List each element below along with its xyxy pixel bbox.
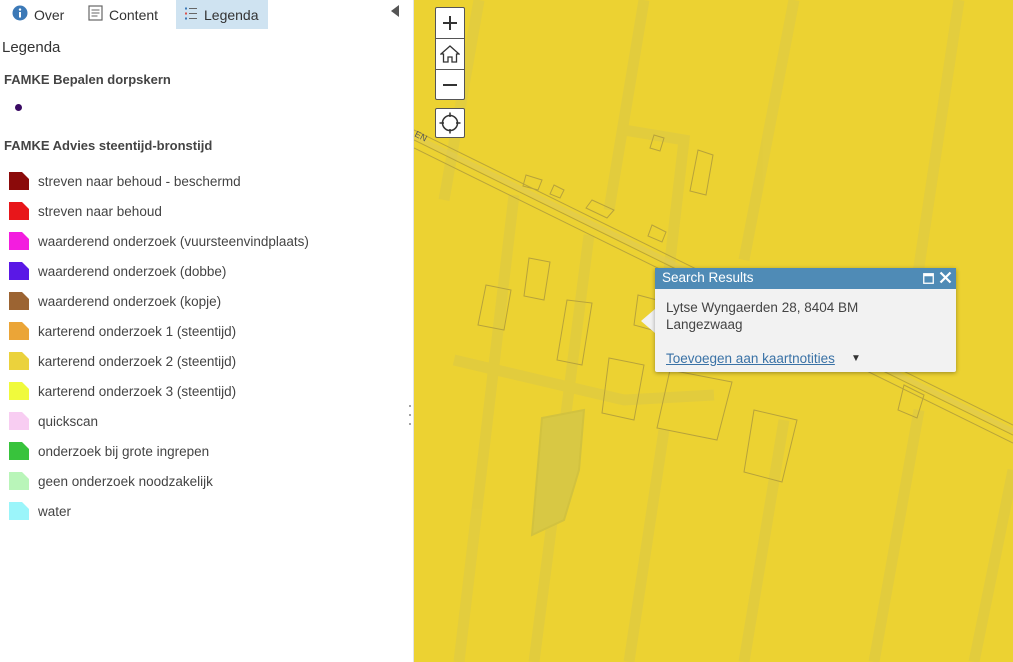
legend-swatch-icon: [9, 412, 29, 430]
tab-legenda-label: Legenda: [204, 6, 259, 23]
zoom-controls: [435, 7, 465, 100]
close-icon: [939, 271, 952, 284]
legend-item-label: waarderend onderzoek (vuursteenvindplaat…: [38, 233, 309, 249]
panel-title: Legenda: [2, 39, 61, 56]
legend-item-label: water: [38, 503, 72, 519]
tab-over-label: Over: [34, 6, 65, 23]
caret-left-icon: [391, 5, 399, 17]
zoom-out-button[interactable]: [436, 70, 464, 100]
legend-swatch-icon: [9, 472, 29, 490]
panel-splitter[interactable]: [406, 0, 414, 662]
legend-item: geen onderzoek noodzakelijk: [8, 470, 213, 492]
maximize-icon: [923, 273, 934, 284]
locate-icon: [439, 112, 461, 134]
popup-close-button[interactable]: [939, 271, 952, 284]
legend-item-label: karterend onderzoek 3 (steentijd): [38, 383, 237, 399]
info-icon: [12, 5, 28, 24]
legend-swatch-icon: [9, 172, 29, 190]
legend-item: quickscan: [8, 410, 98, 432]
legend-swatch-icon: [9, 382, 29, 400]
legend-item: karterend onderzoek 2 (steentijd): [8, 350, 236, 372]
legend-item-label: geen onderzoek noodzakelijk: [38, 473, 213, 489]
search-results-popup: Search Results Lytse Wyngaerden 28, 8404…: [655, 268, 956, 372]
layer-title-steentijd: FAMKE Advies steentijd-bronstijd: [4, 138, 213, 153]
legend-item: streven naar behoud - beschermd: [8, 170, 241, 192]
legend-swatch-icon: [9, 322, 29, 340]
tab-content-label: Content: [109, 6, 159, 23]
zoom-in-button[interactable]: [436, 8, 464, 38]
locate-button[interactable]: [435, 108, 465, 138]
splitter-grip-icon[interactable]: [408, 405, 412, 425]
legend-swatch-icon: [9, 202, 29, 220]
panel-tabbar: Over Content Legenda: [0, 0, 406, 29]
legend-item-label: waarderend onderzoek (kopje): [38, 293, 222, 309]
zoom-in-icon: [443, 16, 457, 30]
legend-swatch-icon: [9, 292, 29, 310]
legend-list-icon: [184, 6, 198, 24]
popup-title: Search Results: [662, 270, 754, 285]
legend-item: waarderend onderzoek (dobbe): [8, 260, 226, 282]
legend-swatch-icon: [9, 262, 29, 280]
legend-item: onderzoek bij grote ingrepen: [8, 440, 209, 462]
legend-item: water: [8, 500, 71, 522]
popup-pointer: [641, 309, 655, 333]
dorpskern-point-symbol: [15, 104, 22, 111]
legend-item-label: quickscan: [38, 413, 99, 429]
legend-item-label: waarderend onderzoek (dobbe): [38, 263, 227, 279]
legend-item: karterend onderzoek 1 (steentijd): [8, 320, 236, 342]
legend-swatch-icon: [9, 352, 29, 370]
popup-maximize-button[interactable]: [923, 272, 934, 284]
legend-panel: Over Content Legenda Legenda FAMKE Bepal…: [0, 0, 406, 662]
legend-item-label: onderzoek bij grote ingrepen: [38, 443, 210, 459]
chevron-down-icon[interactable]: ▼: [851, 353, 861, 364]
legend-item: karterend onderzoek 3 (steentijd): [8, 380, 236, 402]
legend-item-label: streven naar behoud - beschermd: [38, 173, 241, 189]
legend-item: streven naar behoud: [8, 200, 162, 222]
legend-item: waarderend onderzoek (vuursteenvindplaat…: [8, 230, 309, 252]
home-icon: [440, 45, 460, 63]
content-icon: [88, 5, 103, 24]
collapse-panel-button[interactable]: [389, 2, 401, 20]
legend-item-label: karterend onderzoek 2 (steentijd): [38, 353, 237, 369]
legend-item: waarderend onderzoek (kopje): [8, 290, 221, 312]
add-to-map-notes-link[interactable]: Toevoegen aan kaartnotities: [666, 351, 835, 366]
popup-header: Search Results: [655, 268, 956, 289]
legend-item-label: karterend onderzoek 1 (steentijd): [38, 323, 237, 339]
legend-swatch-icon: [9, 442, 29, 460]
legend-item-label: streven naar behoud: [38, 203, 162, 219]
popup-address: Lytse Wyngaerden 28, 8404 BM Langezwaag: [666, 300, 859, 332]
tab-over[interactable]: Over: [12, 0, 72, 29]
legend-swatch-icon: [9, 232, 29, 250]
home-button[interactable]: [436, 39, 464, 69]
layer-title-dorpskern: FAMKE Bepalen dorpskern: [4, 72, 171, 87]
zoom-out-icon: [443, 84, 457, 86]
tab-content[interactable]: Content: [88, 0, 170, 29]
tab-legenda[interactable]: Legenda: [176, 0, 268, 29]
legend-swatch-icon: [9, 502, 29, 520]
